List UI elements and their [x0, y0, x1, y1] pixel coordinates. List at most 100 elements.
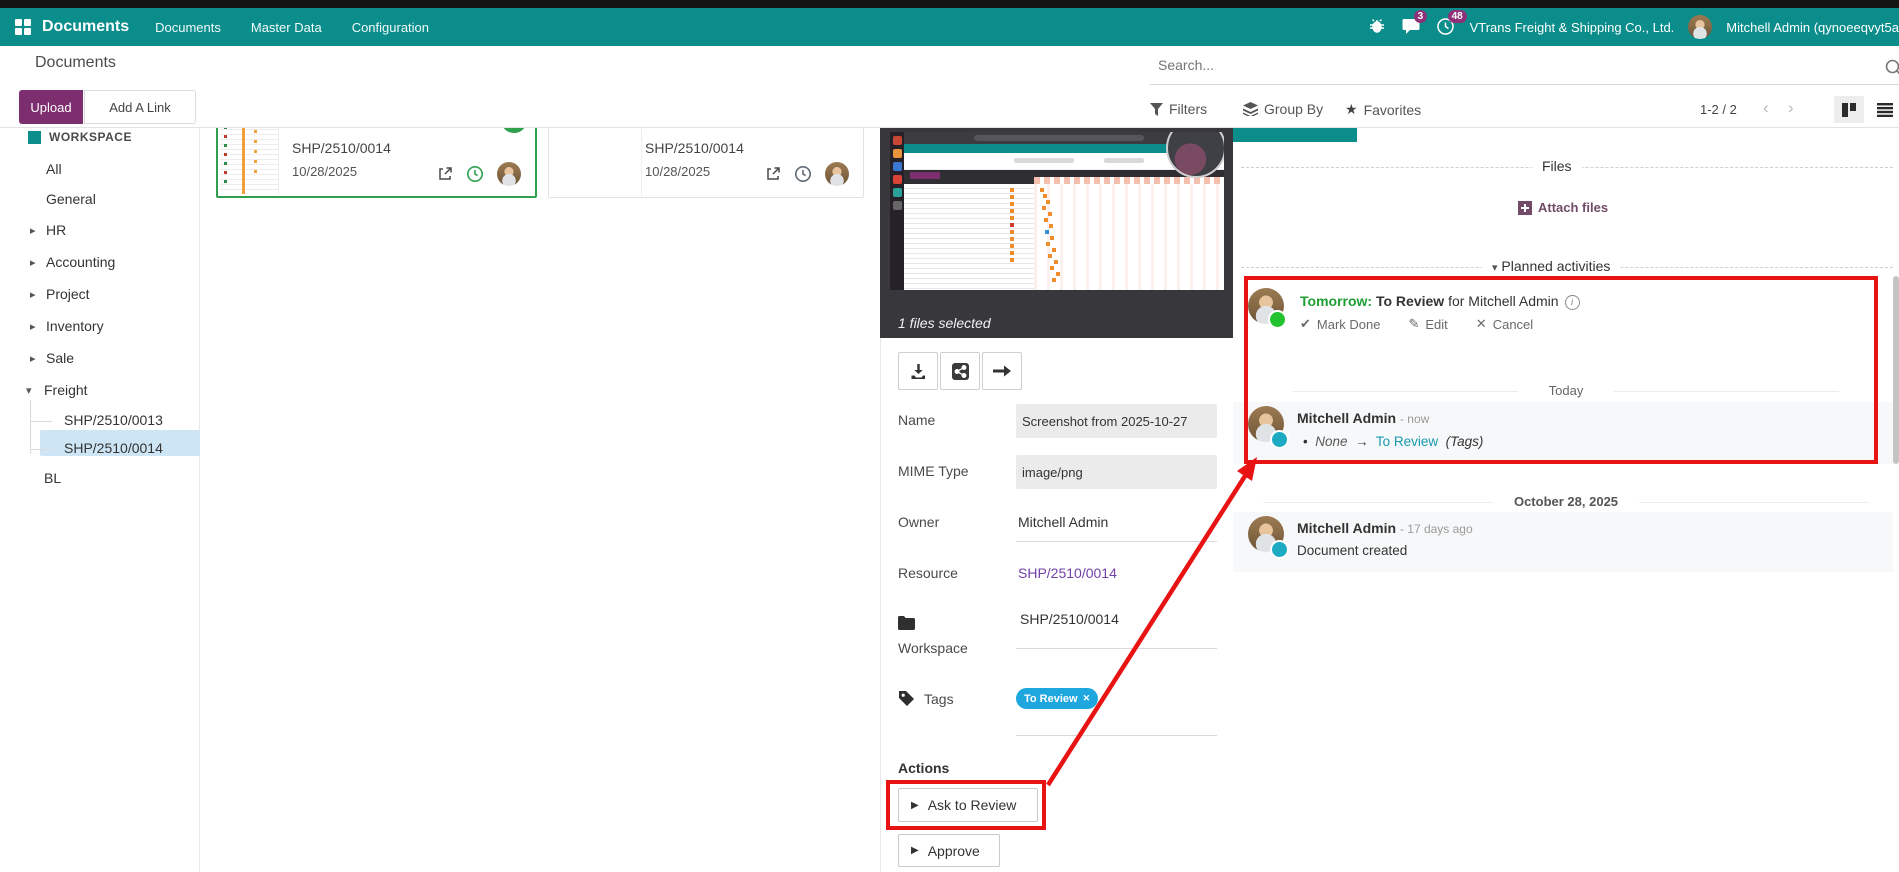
divider-line [1614, 391, 1839, 392]
preview-image[interactable] [890, 132, 1224, 290]
field-underline [1016, 541, 1217, 542]
star-icon: ★ [1345, 101, 1358, 118]
card-owner-avatar[interactable] [497, 162, 521, 186]
ask-to-review-button[interactable]: ▶ Ask to Review [898, 788, 1038, 822]
sidebar-item-inventory[interactable]: Inventory [46, 318, 104, 334]
mark-done-button[interactable]: ✔Mark Done [1300, 316, 1380, 332]
sidebar-item-general[interactable]: General [46, 191, 96, 207]
sidebar-item-freight[interactable]: Freight [44, 382, 88, 398]
documents-app: Documents Documents Master Data Configur… [0, 0, 1899, 872]
selected-check-icon[interactable]: ✔ [499, 128, 529, 135]
workspace-sidebar [0, 128, 200, 872]
activity-buttons: ✔Mark Done ✎Edit ✕Cancel [1300, 316, 1533, 332]
filters-button[interactable]: Filters [1150, 101, 1207, 117]
status-dot [1270, 430, 1289, 449]
resource-link[interactable]: SHP/2510/0014 [1018, 565, 1117, 581]
favorites-button[interactable]: ★ Favorites [1345, 101, 1421, 118]
sidebar-item-accounting[interactable]: Accounting [46, 254, 115, 270]
user-menu[interactable]: Mitchell Admin (qynoeeqvyt5a [1726, 20, 1899, 35]
activity-clock-icon[interactable] [794, 165, 812, 183]
activities-badge: 48 [1448, 10, 1467, 23]
pencil-icon: ✎ [1408, 316, 1419, 332]
caret-down-icon: ▾ [1492, 262, 1498, 274]
view-switch-list[interactable] [1870, 96, 1899, 123]
caret-right-icon[interactable]: ▸ [30, 256, 36, 269]
name-input[interactable]: Screenshot from 2025-10-27 [1016, 404, 1217, 438]
sidebar-item-shp-0014[interactable]: SHP/2510/0014 [64, 440, 163, 456]
tracking-change: • None → To Review (Tags) [1303, 434, 1483, 449]
edit-activity-button[interactable]: ✎Edit [1408, 316, 1447, 332]
messages-icon[interactable]: 3 [1402, 17, 1422, 37]
caret-right-icon[interactable]: ▸ [30, 320, 36, 333]
browser-top-strip [0, 0, 1899, 8]
share-button[interactable] [940, 352, 980, 390]
sidebar-item-shp-0013[interactable]: SHP/2510/0013 [64, 412, 163, 428]
caret-right-icon[interactable]: ▸ [30, 224, 36, 237]
sidebar-item-bl[interactable]: BL [44, 470, 61, 486]
preview-mini-buttons [910, 172, 940, 179]
activity-clock-icon[interactable] [466, 165, 484, 183]
menu-configuration[interactable]: Configuration [352, 20, 429, 35]
tree-connector [30, 449, 52, 450]
company-switcher[interactable]: VTrans Freight & Shipping Co., Ltd. [1470, 20, 1675, 35]
caret-down-icon[interactable]: ▾ [26, 384, 32, 397]
sidebar-item-hr[interactable]: HR [46, 222, 66, 238]
online-status-dot [1268, 310, 1287, 329]
activities-clock-icon[interactable]: 48 [1436, 17, 1456, 37]
message-author: Mitchell Admin - 17 days ago [1297, 520, 1473, 536]
bullet-icon: • [1303, 434, 1308, 449]
play-icon: ▶ [911, 845, 919, 856]
selection-status: 1 files selected [898, 315, 991, 331]
caret-right-icon[interactable]: ▸ [30, 352, 36, 365]
mime-type-label: MIME Type [898, 463, 969, 479]
tag-remove-icon[interactable]: ✕ [1083, 693, 1091, 704]
document-card-selected[interactable]: SHP/2510/0014 10/28/2025 ✔ [216, 128, 537, 198]
change-arrow-icon: → [1355, 434, 1369, 449]
date-divider: October 28, 2025 [1233, 494, 1899, 509]
external-link-icon[interactable] [765, 166, 781, 182]
kanban-area: SHP/2510/0014 10/28/2025 ✔ SHP/2510/0014… [200, 128, 880, 872]
search-icon[interactable] [1884, 58, 1899, 78]
card-title: SHP/2510/0014 [292, 140, 391, 156]
field-underline [1016, 648, 1217, 649]
sidebar-item-all[interactable]: All [46, 161, 62, 177]
menu-master-data[interactable]: Master Data [251, 20, 322, 35]
group-by-button[interactable]: Group By [1243, 101, 1323, 117]
attach-files-button[interactable]: Attach files [1518, 200, 1608, 215]
tag-icon [898, 690, 915, 707]
card-owner-avatar[interactable] [825, 162, 849, 186]
menu-documents[interactable]: Documents [155, 20, 221, 35]
owner-label: Owner [898, 514, 939, 530]
pager-next-icon[interactable]: › [1788, 98, 1794, 118]
sidebar-item-project[interactable]: Project [46, 286, 90, 302]
view-switch-kanban[interactable] [1834, 96, 1864, 123]
chatter-scrollbar[interactable] [1893, 276, 1899, 464]
approve-button[interactable]: ▶ Approve [898, 834, 1000, 867]
upload-button[interactable]: Upload [19, 90, 83, 124]
add-a-link-button[interactable]: Add A Link [84, 90, 196, 124]
pager-previous-icon[interactable]: ‹ [1763, 98, 1769, 118]
info-icon[interactable]: i [1565, 295, 1580, 310]
chatter-progress-fragment [1233, 128, 1357, 142]
tags-label: Tags [924, 691, 954, 707]
message-time: - now [1400, 412, 1429, 426]
workspace-section-header: WORKSPACE [28, 130, 132, 144]
mime-type-input[interactable]: image/png [1016, 455, 1217, 489]
sidebar-item-sale[interactable]: Sale [46, 350, 74, 366]
card-title: SHP/2510/0014 [645, 140, 744, 156]
move-arrow-button[interactable] [982, 352, 1022, 390]
external-link-icon[interactable] [437, 166, 453, 182]
search-input[interactable] [1156, 56, 1720, 74]
cancel-activity-button[interactable]: ✕Cancel [1476, 316, 1533, 332]
debug-bug-icon[interactable] [1368, 17, 1388, 37]
user-avatar[interactable] [1688, 15, 1712, 39]
caret-right-icon[interactable]: ▸ [30, 288, 36, 301]
tag-chip-to-review[interactable]: To Review ✕ [1016, 688, 1098, 709]
document-card[interactable]: SHP/2510/0014 10/28/2025 [548, 128, 864, 198]
apps-grid-icon[interactable] [14, 18, 32, 36]
workspace-value[interactable]: SHP/2510/0014 [1020, 611, 1119, 627]
planned-activities-label[interactable]: ▾ Planned activities [1482, 258, 1620, 274]
today-divider: Today [1233, 383, 1899, 398]
download-button[interactable] [898, 352, 938, 390]
owner-value[interactable]: Mitchell Admin [1018, 514, 1108, 530]
